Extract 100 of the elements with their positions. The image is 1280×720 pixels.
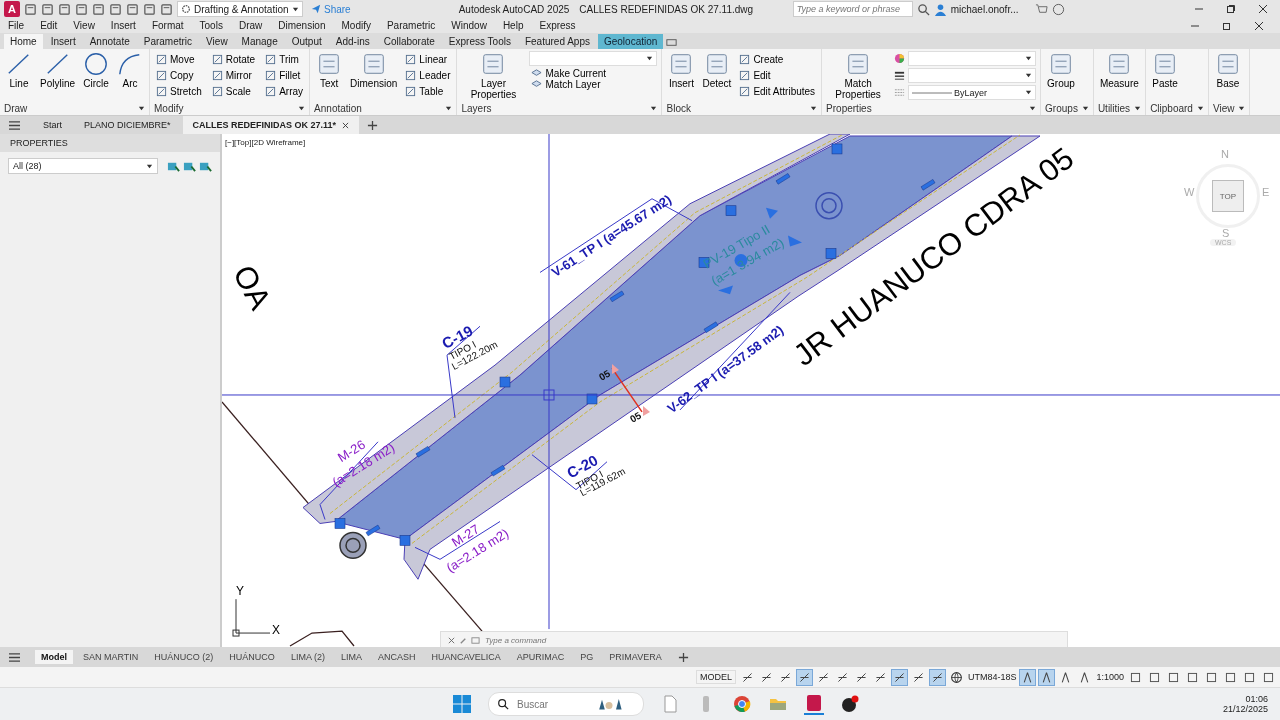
layout-tab[interactable]: SAN MARTIN [77, 650, 145, 664]
panel-title[interactable]: Groups [1045, 103, 1078, 114]
caret-icon[interactable] [1238, 105, 1246, 112]
ribbon-button[interactable]: Match Properties [826, 51, 891, 100]
ribbon-button[interactable]: Line [4, 51, 34, 89]
ribbon-button[interactable]: Match Layer [529, 79, 658, 90]
caret-icon[interactable] [1029, 105, 1037, 112]
ribbon-tab[interactable]: Featured Apps [518, 34, 596, 49]
compass-ring[interactable]: TOP [1196, 164, 1260, 228]
panel-title[interactable]: Properties [826, 103, 872, 114]
ribbon-button[interactable]: Dimension [348, 51, 400, 89]
toolbar-icon[interactable] [24, 2, 37, 16]
ribbon-tab[interactable]: Output [285, 34, 328, 49]
ribbon-button[interactable]: Move [154, 51, 204, 67]
caret-icon[interactable] [138, 105, 146, 112]
status-toggle-icon[interactable] [796, 669, 812, 685]
layout-tab[interactable]: APURIMAC [510, 650, 571, 664]
menu-item[interactable]: Parametric [386, 20, 436, 31]
menu-item[interactable]: Help [502, 20, 524, 31]
ribbon-button[interactable]: Fillet [263, 67, 306, 83]
clock-time[interactable]: 01:06 [1245, 694, 1268, 704]
ribbon-button[interactable]: Scale [209, 83, 258, 99]
close-icon[interactable] [1254, 20, 1264, 31]
cart-icon[interactable] [1034, 2, 1048, 16]
ribbon-button[interactable]: Leader [403, 67, 453, 83]
app-tile-icon[interactable] [804, 693, 824, 715]
panel-title[interactable]: Modify [154, 103, 184, 114]
panel-title[interactable]: View [1212, 103, 1235, 114]
caret-icon[interactable] [1134, 105, 1142, 112]
close-icon[interactable] [342, 121, 350, 129]
status-toggle-icon[interactable] [1020, 669, 1036, 685]
ribbon-button[interactable]: Stretch [154, 83, 204, 99]
layout-tab[interactable]: LIMA [334, 650, 368, 664]
menu-item[interactable]: Window [451, 20, 487, 31]
ribbon-tab[interactable]: Collaborate [377, 34, 441, 49]
ribbon-button[interactable]: Make Current [529, 68, 658, 79]
menu-icon[interactable] [8, 651, 21, 663]
layout-tab[interactable]: HUANCAVELICA [425, 650, 507, 664]
ribbon-button[interactable]: Paste [1150, 51, 1181, 89]
caret-icon[interactable] [810, 105, 818, 112]
caret-icon[interactable] [1196, 105, 1204, 112]
ribbon-button[interactable]: Base [1212, 51, 1243, 89]
toolbar-icon[interactable] [126, 2, 139, 16]
panel-toggle-icon[interactable] [665, 36, 679, 49]
file-tab[interactable]: Start [33, 116, 72, 134]
ribbon-button[interactable]: Copy [154, 67, 204, 83]
annotation-scale[interactable]: 1:1000 [1096, 672, 1124, 682]
menu-icon[interactable] [8, 119, 21, 131]
coordinate-system[interactable]: UTM84-18S [967, 672, 1017, 682]
panel-title[interactable]: Utilities [1097, 103, 1131, 114]
file-tab[interactable]: CALLES REDEFINIDAS OK 27.11* [182, 116, 360, 134]
layout-tab[interactable]: PG [574, 650, 600, 664]
layout-tab[interactable]: LIMA (2) [284, 650, 331, 664]
ribbon-button[interactable]: Trim [263, 51, 306, 67]
ribbon-button[interactable]: Polyline [38, 51, 78, 89]
status-toggle-icon[interactable] [891, 669, 907, 685]
clock-date[interactable]: 21/12/2025 [1222, 704, 1268, 714]
status-toggle-icon[interactable] [1039, 669, 1055, 685]
ribbon-button[interactable]: Create [737, 51, 818, 67]
search-icon[interactable] [916, 2, 930, 16]
windows-logo-icon[interactable] [452, 694, 472, 714]
panel-title[interactable]: Block [666, 103, 691, 114]
ribbon-button[interactable]: Measure [1097, 51, 1141, 89]
ribbon-button[interactable]: Edit [737, 67, 818, 83]
ribbon-button[interactable]: Circle [81, 51, 112, 89]
recorder-icon[interactable] [840, 694, 860, 714]
search-field[interactable]: Type a keyword or phrase [792, 1, 913, 17]
status-toggle-icon[interactable] [929, 669, 945, 685]
ribbon-tab[interactable]: Annotate [83, 34, 136, 49]
ribbon-tab[interactable]: Home [4, 34, 43, 49]
caret-icon[interactable] [298, 105, 306, 112]
selection-dropdown[interactable]: All (28) [8, 158, 158, 174]
ribbon-tab[interactable]: Add-ins [329, 34, 376, 49]
dropdown-field[interactable]: ByLayer [908, 85, 1037, 100]
ribbon-button[interactable]: Mirror [209, 67, 258, 83]
toolbar-icon[interactable] [75, 2, 88, 16]
toolbar-icon[interactable] [143, 2, 156, 16]
ribbon-tab[interactable]: Geolocation [597, 34, 664, 49]
caret-icon[interactable] [1081, 105, 1089, 112]
chrome-icon[interactable] [732, 694, 752, 714]
panel-title[interactable]: Clipboard [1150, 103, 1193, 114]
search-bar[interactable]: Buscar [488, 692, 644, 716]
dropdown-field[interactable] [529, 51, 658, 66]
close-icon[interactable] [1258, 4, 1268, 14]
menu-item[interactable]: View [73, 20, 95, 31]
panel-title[interactable]: Annotation [314, 103, 362, 114]
menu-item[interactable]: Edit [40, 20, 58, 31]
layout-tab[interactable]: ANCASH [371, 650, 422, 664]
menu-item[interactable]: Insert [110, 20, 136, 31]
app-logo[interactable]: A [4, 1, 20, 17]
toolbar-icon[interactable] [109, 2, 122, 16]
layout-tab[interactable]: HUÁNUCO [223, 650, 281, 664]
viewport-label[interactable]: [−][Top][2D Wireframe] [225, 138, 306, 147]
ribbon-button[interactable]: Rotate [209, 51, 258, 67]
layout-tab[interactable]: HUÁNUCO (2) [148, 650, 220, 664]
menu-item[interactable]: Express [539, 20, 576, 31]
add-tab-icon[interactable] [367, 119, 379, 131]
toolbar-icon[interactable] [92, 2, 105, 16]
panel-title[interactable]: Draw [4, 103, 28, 114]
ribbon-button[interactable]: Table [403, 83, 453, 99]
